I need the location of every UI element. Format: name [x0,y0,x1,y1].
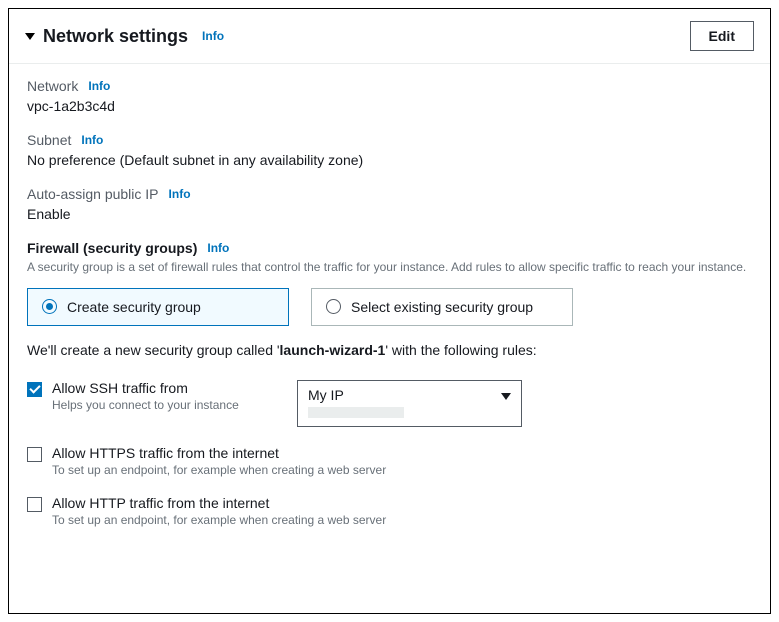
firewall-info-link[interactable]: Info [207,241,229,255]
subnet-info-link[interactable]: Info [81,133,103,147]
panel-header: Network settings Info Edit [9,9,770,64]
network-label-row: Network Info [27,78,752,94]
allow-http-checkbox[interactable] [27,497,42,512]
sg-name: launch-wizard-1 [280,342,386,358]
firewall-label-row: Firewall (security groups) Info [27,240,752,256]
public-ip-info-link[interactable]: Info [169,187,191,201]
ssh-ip-masked [308,407,404,418]
allow-ssh-label: Allow SSH traffic from [52,380,287,396]
caret-down-icon [25,33,35,40]
ssh-source-dropdown[interactable]: My IP [297,380,522,427]
select-existing-security-group-radio[interactable]: Select existing security group [311,288,573,326]
allow-http-row: Allow HTTP traffic from the internet To … [27,495,752,527]
firewall-label: Firewall (security groups) [27,240,197,256]
subnet-value: No preference (Default subnet in any ava… [27,152,752,168]
panel-body: Network Info vpc-1a2b3c4d Subnet Info No… [9,64,770,559]
allow-http-label: Allow HTTP traffic from the internet [52,495,752,511]
subnet-label-row: Subnet Info [27,132,752,148]
allow-http-sub: To set up an endpoint, for example when … [52,513,752,527]
header-info-link[interactable]: Info [202,29,224,43]
create-sg-label: Create security group [67,299,201,315]
allow-ssh-checkbox[interactable] [27,382,42,397]
allow-https-row: Allow HTTPS traffic from the internet To… [27,445,752,477]
public-ip-label: Auto-assign public IP [27,186,159,202]
allow-https-checkbox[interactable] [27,447,42,462]
sg-radio-group: Create security group Select existing se… [27,288,752,326]
chevron-down-icon [501,393,511,400]
allow-https-sub: To set up an endpoint, for example when … [52,463,752,477]
network-label: Network [27,78,78,94]
edit-button[interactable]: Edit [690,21,754,51]
network-value: vpc-1a2b3c4d [27,98,752,114]
create-security-group-radio[interactable]: Create security group [27,288,289,326]
sg-create-message: We'll create a new security group called… [27,342,752,358]
panel-title: Network settings [43,26,188,47]
subnet-label: Subnet [27,132,71,148]
allow-https-label: Allow HTTPS traffic from the internet [52,445,752,461]
network-settings-panel: Network settings Info Edit Network Info … [8,8,771,614]
public-ip-value: Enable [27,206,752,222]
firewall-description: A security group is a set of firewall ru… [27,259,752,276]
ssh-source-value: My IP [308,387,511,403]
allow-ssh-sub: Helps you connect to your instance [52,398,287,412]
network-field: Network Info vpc-1a2b3c4d [27,78,752,114]
radio-icon [326,299,341,314]
radio-icon [42,299,57,314]
public-ip-field: Auto-assign public IP Info Enable [27,186,752,222]
network-info-link[interactable]: Info [88,79,110,93]
subnet-field: Subnet Info No preference (Default subne… [27,132,752,168]
public-ip-label-row: Auto-assign public IP Info [27,186,752,202]
existing-sg-label: Select existing security group [351,299,533,315]
panel-header-left[interactable]: Network settings Info [25,26,224,47]
allow-ssh-row: Allow SSH traffic from Helps you connect… [27,380,752,427]
